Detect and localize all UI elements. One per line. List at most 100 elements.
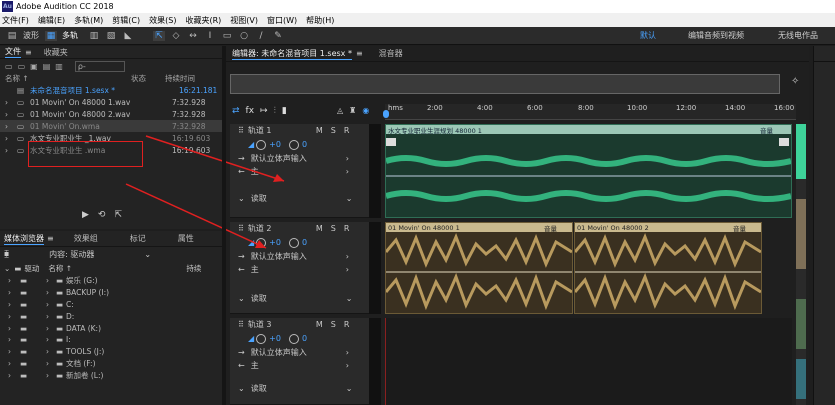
tab-media-browser[interactable]: 媒体浏览器 [4,233,44,245]
file-row[interactable]: ▤ 未命名混音项目 1.sesx * 16:21.181 [0,84,222,96]
chevron-right-icon[interactable]: › [346,252,349,261]
swap-icon[interactable]: ⇄ [232,106,240,116]
mute-button[interactable]: M [316,126,323,135]
chevron-right-icon[interactable]: › [346,154,349,163]
chevron-right-icon[interactable]: › [8,335,20,344]
chevron-right-icon[interactable]: › [8,359,20,368]
track-2-clip-2[interactable]: 01 Movin' On 48000 2 音量 [574,222,762,314]
close-file-icon[interactable]: ▥ [55,62,63,71]
record-button[interactable]: R [344,320,350,329]
razor-tool-icon[interactable]: ◇ [170,31,182,41]
waveform-button[interactable]: 波形 [23,30,39,41]
open-file-icon[interactable]: ▭ [18,62,26,71]
col-duration[interactable]: 持续时间 [165,73,195,84]
fade-in-handle[interactable] [386,138,396,146]
chevron-right-icon[interactable]: › [8,288,20,297]
solo-button[interactable]: S [331,320,336,329]
menu-favorites[interactable]: 收藏夹(R) [185,15,221,26]
chevron-down-icon[interactable]: ⌄ [346,294,353,303]
volume-value[interactable]: +0 [269,334,281,343]
marquee-icon[interactable]: ▭ [221,31,233,41]
workspace-edit-video[interactable]: 编辑音频到视频 [688,30,744,41]
chevron-right-icon[interactable]: › [8,324,20,333]
metronome-icon[interactable]: ◣ [122,31,134,41]
chevron-right-icon[interactable]: › [46,324,56,333]
drive-item[interactable]: › ▬ › ▬ 娱乐 (G:) [8,275,222,287]
chevron-right-icon[interactable]: › [46,288,56,297]
workspace-default[interactable]: 默认 [640,30,656,41]
chevron-right-icon[interactable]: › [8,371,20,380]
export-icon[interactable]: ⇱ [114,210,122,220]
overview-bar[interactable] [230,74,780,94]
drive-item[interactable]: › ▬ › ▬ D: [8,310,222,322]
drive-item[interactable]: › ▬ › ▬ I: [8,334,222,346]
sends-icon[interactable]: ↦ [260,106,268,116]
chevron-right-icon[interactable]: › [5,146,12,155]
eq-icon[interactable]: ⫶ [274,106,276,116]
move-tool-icon[interactable]: ⇱ [153,30,165,41]
search-icon[interactable]: ρ- [74,60,125,72]
chevron-right-icon[interactable]: › [46,276,56,285]
panel-divider[interactable] [222,46,226,405]
output-dropdown[interactable]: 主 [251,360,346,371]
chevron-right-icon[interactable]: › [5,134,12,143]
workspace-radio[interactable]: 无线电作品 [778,30,818,41]
meter-icon[interactable]: ▮ [282,106,287,116]
menu-effects[interactable]: 效果(S) [149,15,176,26]
time-selection-icon[interactable]: I [204,31,216,41]
track-3-lane[interactable] [385,318,792,405]
chevron-right-icon[interactable]: › [46,347,56,356]
menu-file[interactable]: 文件(F) [2,15,29,26]
tab-files[interactable]: 文件 [5,46,21,58]
menu-help[interactable]: 帮助(H) [306,15,334,26]
play-icon[interactable]: ▶ [82,210,89,220]
drive-item[interactable]: › ▬ › ▬ 文档 (F:) [8,358,222,370]
pan-value[interactable]: 0 [302,334,307,343]
input-dropdown[interactable]: 默认立体声输入 [251,347,346,358]
metronome-toggle-icon[interactable]: ◬ [337,106,343,115]
healing-icon[interactable]: ✎ [272,31,284,41]
headphone-icon[interactable]: ◉ [362,106,369,115]
file-row[interactable]: › ▭ 01 Movin' On.wma 7:32.928 [0,120,222,132]
spectral-icon[interactable]: ▥ [88,31,100,41]
chevron-right-icon[interactable]: › [46,300,56,309]
tree-root[interactable]: 驱动 [24,263,48,274]
track-1-clip[interactable]: 水文专业职业生涯规划 48000 1 音量 [385,124,792,218]
chevron-right-icon[interactable]: › [5,98,12,107]
volume-knob[interactable] [256,333,267,344]
col-status[interactable]: 状态 [131,73,165,84]
import-icon[interactable]: ▣ [30,62,38,71]
col-name[interactable]: 名称 ↑ [5,73,131,84]
insert-icon[interactable]: ▤ [43,62,51,71]
timeline-ruler[interactable]: hms 2:00 4:00 6:00 8:00 10:00 12:00 14:0… [385,104,796,120]
tab-effects-rack[interactable]: 效果组 [74,233,98,244]
chevron-right-icon[interactable]: › [8,300,20,309]
solo-button[interactable]: S [331,126,336,135]
playhead[interactable] [383,110,389,118]
right-panel-tab[interactable] [814,46,835,62]
media-menu-icon[interactable]: ≡ [47,234,54,243]
chevron-right-icon[interactable]: › [346,348,349,357]
track-2-clip-1[interactable]: 01 Movin' On 48000 1 音量 [385,222,573,314]
snap-icon[interactable]: ♜ [349,106,356,115]
file-row[interactable]: › ▭ 01 Movin' On 48000 1.wav 7:32.928 [0,96,222,108]
drive-item[interactable]: › ▬ › ▬ C: [8,299,222,311]
menu-edit[interactable]: 编辑(E) [38,15,65,26]
menu-view[interactable]: 视图(V) [230,15,258,26]
mute-button[interactable]: M [316,320,323,329]
chevron-right-icon[interactable]: › [5,122,12,131]
fade-out-handle[interactable] [779,138,789,146]
tab-mixer[interactable]: 混音器 [379,48,403,59]
tab-favorites[interactable]: 收藏夹 [44,47,68,58]
chevron-down-icon[interactable]: ⌄ [346,194,353,203]
chevron-right-icon[interactable]: › [346,265,349,274]
chevron-right-icon[interactable]: › [5,110,12,119]
automation-mode[interactable]: 读取 [251,293,346,304]
drive-item[interactable]: › ▬ › ▬ BACKUP (I:) [8,287,222,299]
track-name[interactable]: 轨道 3 [248,319,316,330]
chevron-right-icon[interactable]: › [46,312,56,321]
chevron-right-icon[interactable]: › [46,371,56,380]
menu-window[interactable]: 窗口(W) [267,15,297,26]
menu-clip[interactable]: 剪辑(C) [112,15,140,26]
drive-item[interactable]: › ▬ › ▬ 新加卷 (L:) [8,369,222,381]
